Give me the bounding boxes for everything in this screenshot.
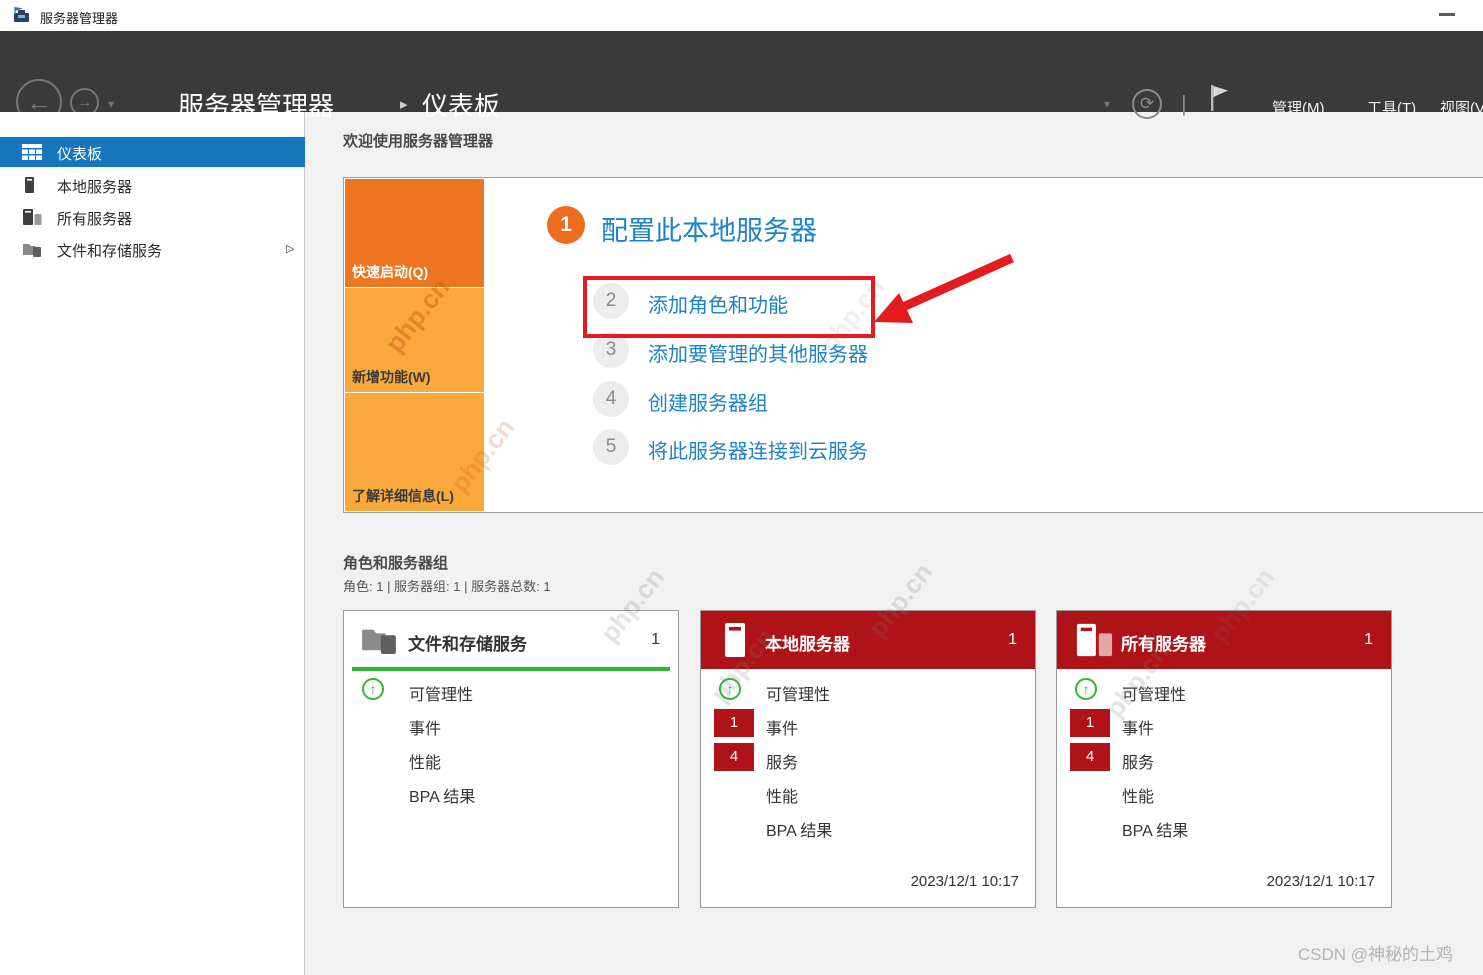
welcome-heading: 欢迎使用服务器管理器 [343, 130, 493, 151]
row-performance[interactable]: 性能 [766, 783, 798, 807]
minimize-button[interactable] [1439, 13, 1455, 16]
manageability-ok-icon: ↑ [1075, 678, 1097, 700]
manageability-ok-icon: ↑ [719, 678, 741, 700]
events-count-badge[interactable]: 1 [714, 709, 754, 737]
status-ok-line [352, 667, 670, 671]
tile-count: 1 [1008, 631, 1017, 649]
learn-more-label: 了解详细信息(L) [352, 486, 454, 506]
sidebar-item-file-storage-services[interactable]: 文件和存储服务 ▷ [0, 234, 305, 264]
nav-divider: | [1181, 91, 1187, 117]
row-events[interactable]: 事件 [1122, 715, 1154, 739]
whats-new-block[interactable]: 新增功能(W) [345, 288, 484, 392]
csdn-credit: CSDN @神秘的土鸡 [1298, 940, 1453, 965]
row-bpa-results[interactable]: BPA 结果 [409, 783, 475, 807]
step-5-connect-cloud-link[interactable]: 将此服务器连接到云服务 [648, 435, 868, 464]
all-servers-icon [22, 209, 42, 225]
row-performance[interactable]: 性能 [409, 749, 441, 773]
highlight-box [583, 276, 875, 338]
refresh-icon[interactable]: ⟳ [1132, 89, 1162, 119]
sidebar-item-dashboard[interactable]: 仪表板 [0, 137, 305, 167]
scope-caret-icon[interactable]: ▾ [1104, 97, 1110, 111]
history-caret-icon[interactable]: ▾ [108, 97, 114, 111]
row-services[interactable]: 服务 [1122, 749, 1154, 773]
sidebar: 仪表板 本地服务器 所有服务器 文件和存储服务 ▷ [0, 112, 305, 975]
dashboard-grid-icon [22, 144, 42, 160]
sidebar-item-label: 文件和存储服务 [57, 240, 162, 261]
tile-count: 1 [651, 631, 660, 649]
server-manager-window: 服务器管理器 ← → ▾ 服务器管理器 ▸ 仪表板 ▾ ⟳ | 管理(M) 工具… [0, 0, 1483, 975]
step-3-add-other-servers-link[interactable]: 添加要管理的其他服务器 [648, 338, 868, 367]
tile-timestamp: 2023/12/1 10:17 [911, 873, 1019, 890]
file-storage-icon [22, 241, 42, 257]
row-performance[interactable]: 性能 [1122, 783, 1154, 807]
tile-header[interactable]: 文件和存储服务 1 [344, 611, 678, 669]
breadcrumb-current: 仪表板 [422, 86, 500, 123]
menu-manage[interactable]: 管理(M) [1272, 97, 1325, 118]
roles-section-heading: 角色和服务器组 [343, 552, 448, 573]
notifications-flag-icon[interactable] [1208, 83, 1230, 113]
learn-more-block[interactable]: 了解详细信息(L) [345, 393, 484, 511]
tile-header[interactable]: 所有服务器 1 [1057, 611, 1391, 669]
row-bpa-results[interactable]: BPA 结果 [766, 817, 832, 841]
row-bpa-results[interactable]: BPA 结果 [1122, 817, 1188, 841]
row-manageability[interactable]: 可管理性 [409, 681, 473, 705]
title-bar: 服务器管理器 [0, 0, 1483, 31]
local-server-icon [22, 177, 42, 193]
services-count-badge[interactable]: 4 [714, 743, 754, 771]
tile-title: 文件和存储服务 [408, 630, 527, 655]
step-4-number-badge: 4 [593, 381, 629, 417]
step-5-number-badge: 5 [593, 429, 629, 465]
window-title: 服务器管理器 [40, 8, 118, 27]
welcome-panel [343, 177, 1483, 513]
sidebar-item-all-servers[interactable]: 所有服务器 [0, 202, 305, 232]
tile-title: 所有服务器 [1121, 630, 1206, 655]
file-storage-icon [360, 624, 398, 654]
sidebar-item-label: 仪表板 [57, 143, 102, 164]
local-server-icon [723, 623, 747, 657]
manageability-ok-icon: ↑ [362, 678, 384, 700]
sidebar-item-local-server[interactable]: 本地服务器 [0, 170, 305, 200]
tile-timestamp: 2023/12/1 10:17 [1267, 873, 1375, 890]
tile-local-server: 本地服务器 1 ↑ 可管理性 1 事件 4 服务 性能 BPA 结果 2023/… [700, 610, 1036, 908]
sidebar-item-label: 所有服务器 [57, 208, 132, 229]
events-count-badge[interactable]: 1 [1070, 709, 1110, 737]
tile-all-servers: 所有服务器 1 ↑ 可管理性 1 事件 4 服务 性能 BPA 结果 2023/… [1056, 610, 1392, 908]
step-4-create-server-group-link[interactable]: 创建服务器组 [648, 387, 768, 416]
services-count-badge[interactable]: 4 [1070, 743, 1110, 771]
tile-title: 本地服务器 [765, 630, 850, 655]
sidebar-item-label: 本地服务器 [57, 176, 132, 197]
breadcrumb-separator-icon: ▸ [400, 95, 408, 113]
whats-new-label: 新增功能(W) [352, 367, 431, 387]
row-manageability[interactable]: 可管理性 [766, 681, 830, 705]
all-servers-icon [1075, 623, 1113, 657]
tile-count: 1 [1364, 631, 1373, 649]
row-services[interactable]: 服务 [766, 749, 798, 773]
row-events[interactable]: 事件 [409, 715, 441, 739]
row-manageability[interactable]: 可管理性 [1122, 681, 1186, 705]
step-1-configure-local-server-link[interactable]: 配置此本地服务器 [601, 209, 817, 248]
server-manager-app-icon [13, 7, 31, 23]
step-1-number-badge: 1 [547, 206, 585, 244]
quick-start-block[interactable]: 快速启动(Q) [345, 179, 484, 287]
row-events[interactable]: 事件 [766, 715, 798, 739]
menu-tools[interactable]: 工具(T) [1367, 97, 1416, 118]
roles-section-summary: 角色: 1 | 服务器组: 1 | 服务器总数: 1 [343, 576, 551, 595]
navigation-bar: ← → ▾ 服务器管理器 ▸ 仪表板 ▾ ⟳ | 管理(M) 工具(T) 视图(… [0, 31, 1483, 112]
submenu-arrow-icon[interactable]: ▷ [286, 242, 294, 255]
tile-file-storage-services: 文件和存储服务 1 ↑ 可管理性 事件 性能 BPA 结果 [343, 610, 679, 908]
quick-start-label: 快速启动(Q) [352, 262, 428, 282]
tile-header[interactable]: 本地服务器 1 [701, 611, 1035, 669]
menu-view[interactable]: 视图(V) [1440, 97, 1483, 118]
